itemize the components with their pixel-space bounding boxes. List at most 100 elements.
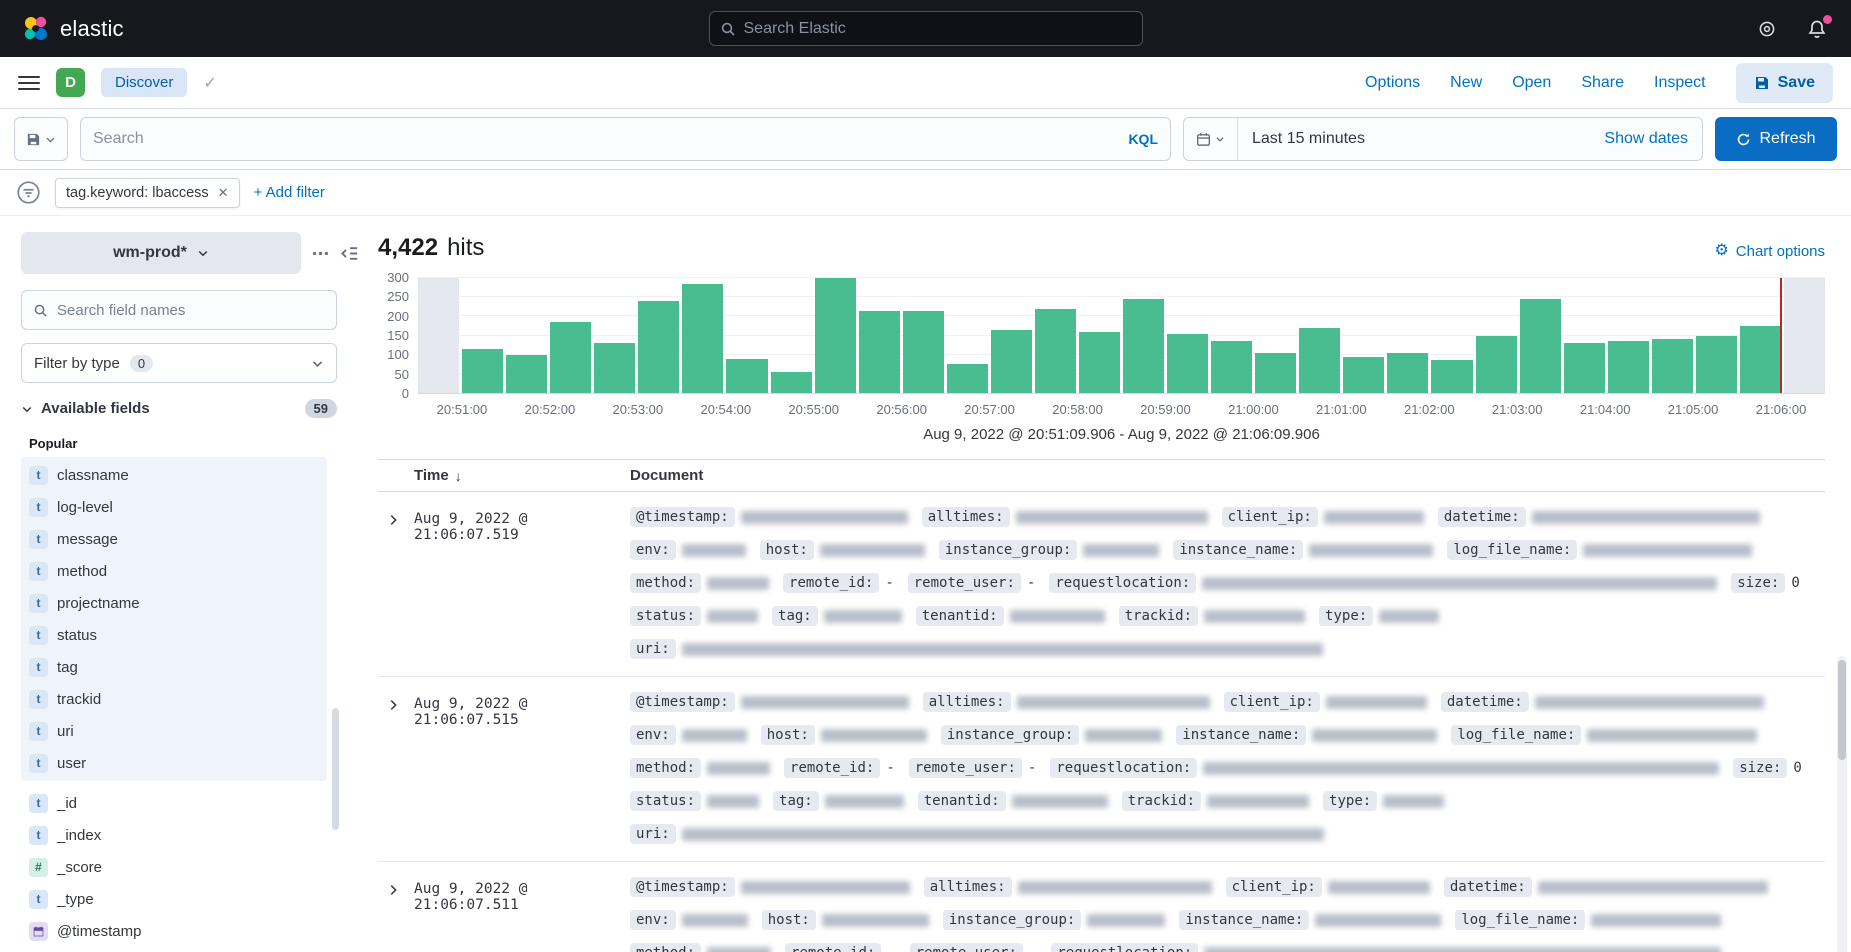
- scrollbar-thumb[interactable]: [1838, 660, 1846, 760]
- remove-filter-icon[interactable]: ✕: [218, 185, 229, 201]
- nav-link-inspect[interactable]: Inspect: [1654, 74, 1706, 92]
- calendar-menu-button[interactable]: [1184, 118, 1238, 160]
- time-column-header[interactable]: Time ↓: [414, 467, 630, 484]
- doc-field: size:0: [1733, 758, 1802, 778]
- field-item[interactable]: taccountid: [21, 947, 327, 952]
- histogram-bar[interactable]: [1696, 336, 1737, 394]
- field-item[interactable]: t_index: [21, 819, 327, 851]
- histogram-bar[interactable]: [594, 343, 635, 393]
- histogram-bar[interactable]: [947, 364, 988, 393]
- chart-plot-area[interactable]: [418, 278, 1825, 394]
- save-button[interactable]: Save: [1736, 63, 1833, 103]
- histogram-bar[interactable]: [506, 355, 547, 393]
- histogram-bar[interactable]: [815, 278, 856, 393]
- doc-field-label: alltimes:: [922, 507, 1010, 527]
- nav-link-share[interactable]: Share: [1581, 74, 1624, 92]
- field-item[interactable]: tstatus: [21, 619, 327, 651]
- histogram-bar[interactable]: [859, 311, 900, 393]
- filter-options-icon[interactable]: [16, 180, 41, 205]
- histogram-bar[interactable]: [1035, 309, 1076, 393]
- histogram-bar[interactable]: [1343, 357, 1384, 393]
- field-item[interactable]: ttrackid: [21, 683, 327, 715]
- field-item[interactable]: tlog-level: [21, 491, 327, 523]
- histogram-bar[interactable]: [1520, 299, 1561, 393]
- field-item[interactable]: ttag: [21, 651, 327, 683]
- field-item[interactable]: #_score: [21, 851, 327, 883]
- histogram-bar[interactable]: [771, 372, 812, 393]
- doc-field: trackid:: [1122, 791, 1309, 811]
- field-item[interactable]: tprojectname: [21, 587, 327, 619]
- saved-query-menu-button[interactable]: [14, 117, 68, 161]
- space-avatar[interactable]: D: [56, 68, 85, 97]
- expand-row-icon[interactable]: [380, 692, 406, 718]
- doc-field: env:: [630, 910, 748, 930]
- elastic-logo[interactable]: elastic: [22, 15, 124, 43]
- histogram-bar[interactable]: [1387, 353, 1428, 393]
- histogram-bar[interactable]: [1255, 353, 1296, 393]
- histogram-bar[interactable]: [726, 359, 767, 394]
- histogram-bar[interactable]: [1123, 299, 1164, 393]
- sidebar-scrollbar[interactable]: [332, 708, 339, 830]
- main-scrollbar[interactable]: [1837, 656, 1847, 952]
- field-settings-icon[interactable]: [311, 244, 330, 263]
- show-dates-link[interactable]: Show dates: [1590, 118, 1702, 160]
- histogram-bar[interactable]: [1431, 360, 1472, 393]
- query-input[interactable]: [93, 130, 1118, 148]
- filter-bar: tag.keyword: lbaccess ✕ + Add filter: [0, 170, 1851, 216]
- field-item[interactable]: turi: [21, 715, 327, 747]
- histogram-bar[interactable]: [1167, 334, 1208, 393]
- histogram-bar[interactable]: [682, 284, 723, 393]
- field-item[interactable]: t_type: [21, 883, 327, 915]
- global-search-input[interactable]: [744, 20, 1132, 38]
- expand-row-icon[interactable]: [380, 877, 406, 903]
- filter-by-type-dropdown[interactable]: Filter by type 0: [21, 343, 337, 383]
- doc-field-label: instance_group:: [941, 725, 1079, 745]
- histogram-bar[interactable]: [638, 301, 679, 393]
- menu-hamburger-icon[interactable]: [18, 76, 40, 90]
- chart-options-button[interactable]: ⚙ Chart options: [1714, 243, 1825, 260]
- time-range-value[interactable]: Last 15 minutes: [1238, 118, 1590, 160]
- nav-link-new[interactable]: New: [1450, 74, 1482, 92]
- field-item[interactable]: tclassname: [21, 459, 327, 491]
- kql-language-button[interactable]: KQL: [1128, 131, 1158, 147]
- histogram-bar[interactable]: [991, 330, 1032, 393]
- expand-row-icon[interactable]: [380, 507, 406, 533]
- notifications-icon[interactable]: [1805, 17, 1829, 41]
- field-item[interactable]: t_id: [21, 787, 327, 819]
- add-filter-link[interactable]: + Add filter: [254, 184, 325, 201]
- histogram-bar[interactable]: [1299, 328, 1340, 393]
- field-search-input[interactable]: [57, 302, 325, 319]
- global-search[interactable]: [709, 11, 1143, 46]
- histogram-bar[interactable]: [1608, 341, 1649, 393]
- field-name: _id: [57, 795, 77, 812]
- doc-field: alltimes:: [924, 877, 1212, 897]
- doc-field-label: env:: [630, 540, 676, 560]
- row-document: @timestamp:alltimes:client_ip:datetime:e…: [630, 507, 1825, 659]
- index-pattern-select[interactable]: wm-prod*: [21, 232, 301, 274]
- collapse-sidebar-icon[interactable]: [340, 244, 359, 263]
- histogram-bar[interactable]: [1740, 326, 1781, 393]
- breadcrumb-discover[interactable]: Discover: [101, 68, 187, 97]
- histogram-bar[interactable]: [1564, 343, 1605, 393]
- field-item[interactable]: @timestamp: [21, 915, 327, 947]
- field-item[interactable]: tmessage: [21, 523, 327, 555]
- filter-pill-tag-keyword[interactable]: tag.keyword: lbaccess ✕: [55, 178, 240, 208]
- histogram-bar[interactable]: [550, 322, 591, 393]
- doc-field: client_ip:: [1222, 507, 1424, 527]
- histogram-bar[interactable]: [462, 349, 503, 393]
- histogram-bar[interactable]: [903, 311, 944, 393]
- nav-link-options[interactable]: Options: [1365, 74, 1420, 92]
- histogram-bar[interactable]: [1652, 339, 1693, 393]
- histogram-bar[interactable]: [1079, 332, 1120, 393]
- field-item[interactable]: tuser: [21, 747, 327, 779]
- field-item[interactable]: tmethod: [21, 555, 327, 587]
- doc-field: client_ip:: [1226, 877, 1430, 897]
- histogram-bar[interactable]: [1211, 341, 1252, 393]
- check-icon: ✓: [203, 73, 216, 93]
- cloud-deployment-icon[interactable]: [1755, 17, 1779, 41]
- histogram-bar[interactable]: [1476, 336, 1517, 394]
- refresh-button[interactable]: Refresh: [1715, 117, 1837, 161]
- doc-field: tenantid:: [918, 791, 1108, 811]
- nav-link-open[interactable]: Open: [1512, 74, 1551, 92]
- available-fields-header[interactable]: Available fields 59: [21, 399, 337, 418]
